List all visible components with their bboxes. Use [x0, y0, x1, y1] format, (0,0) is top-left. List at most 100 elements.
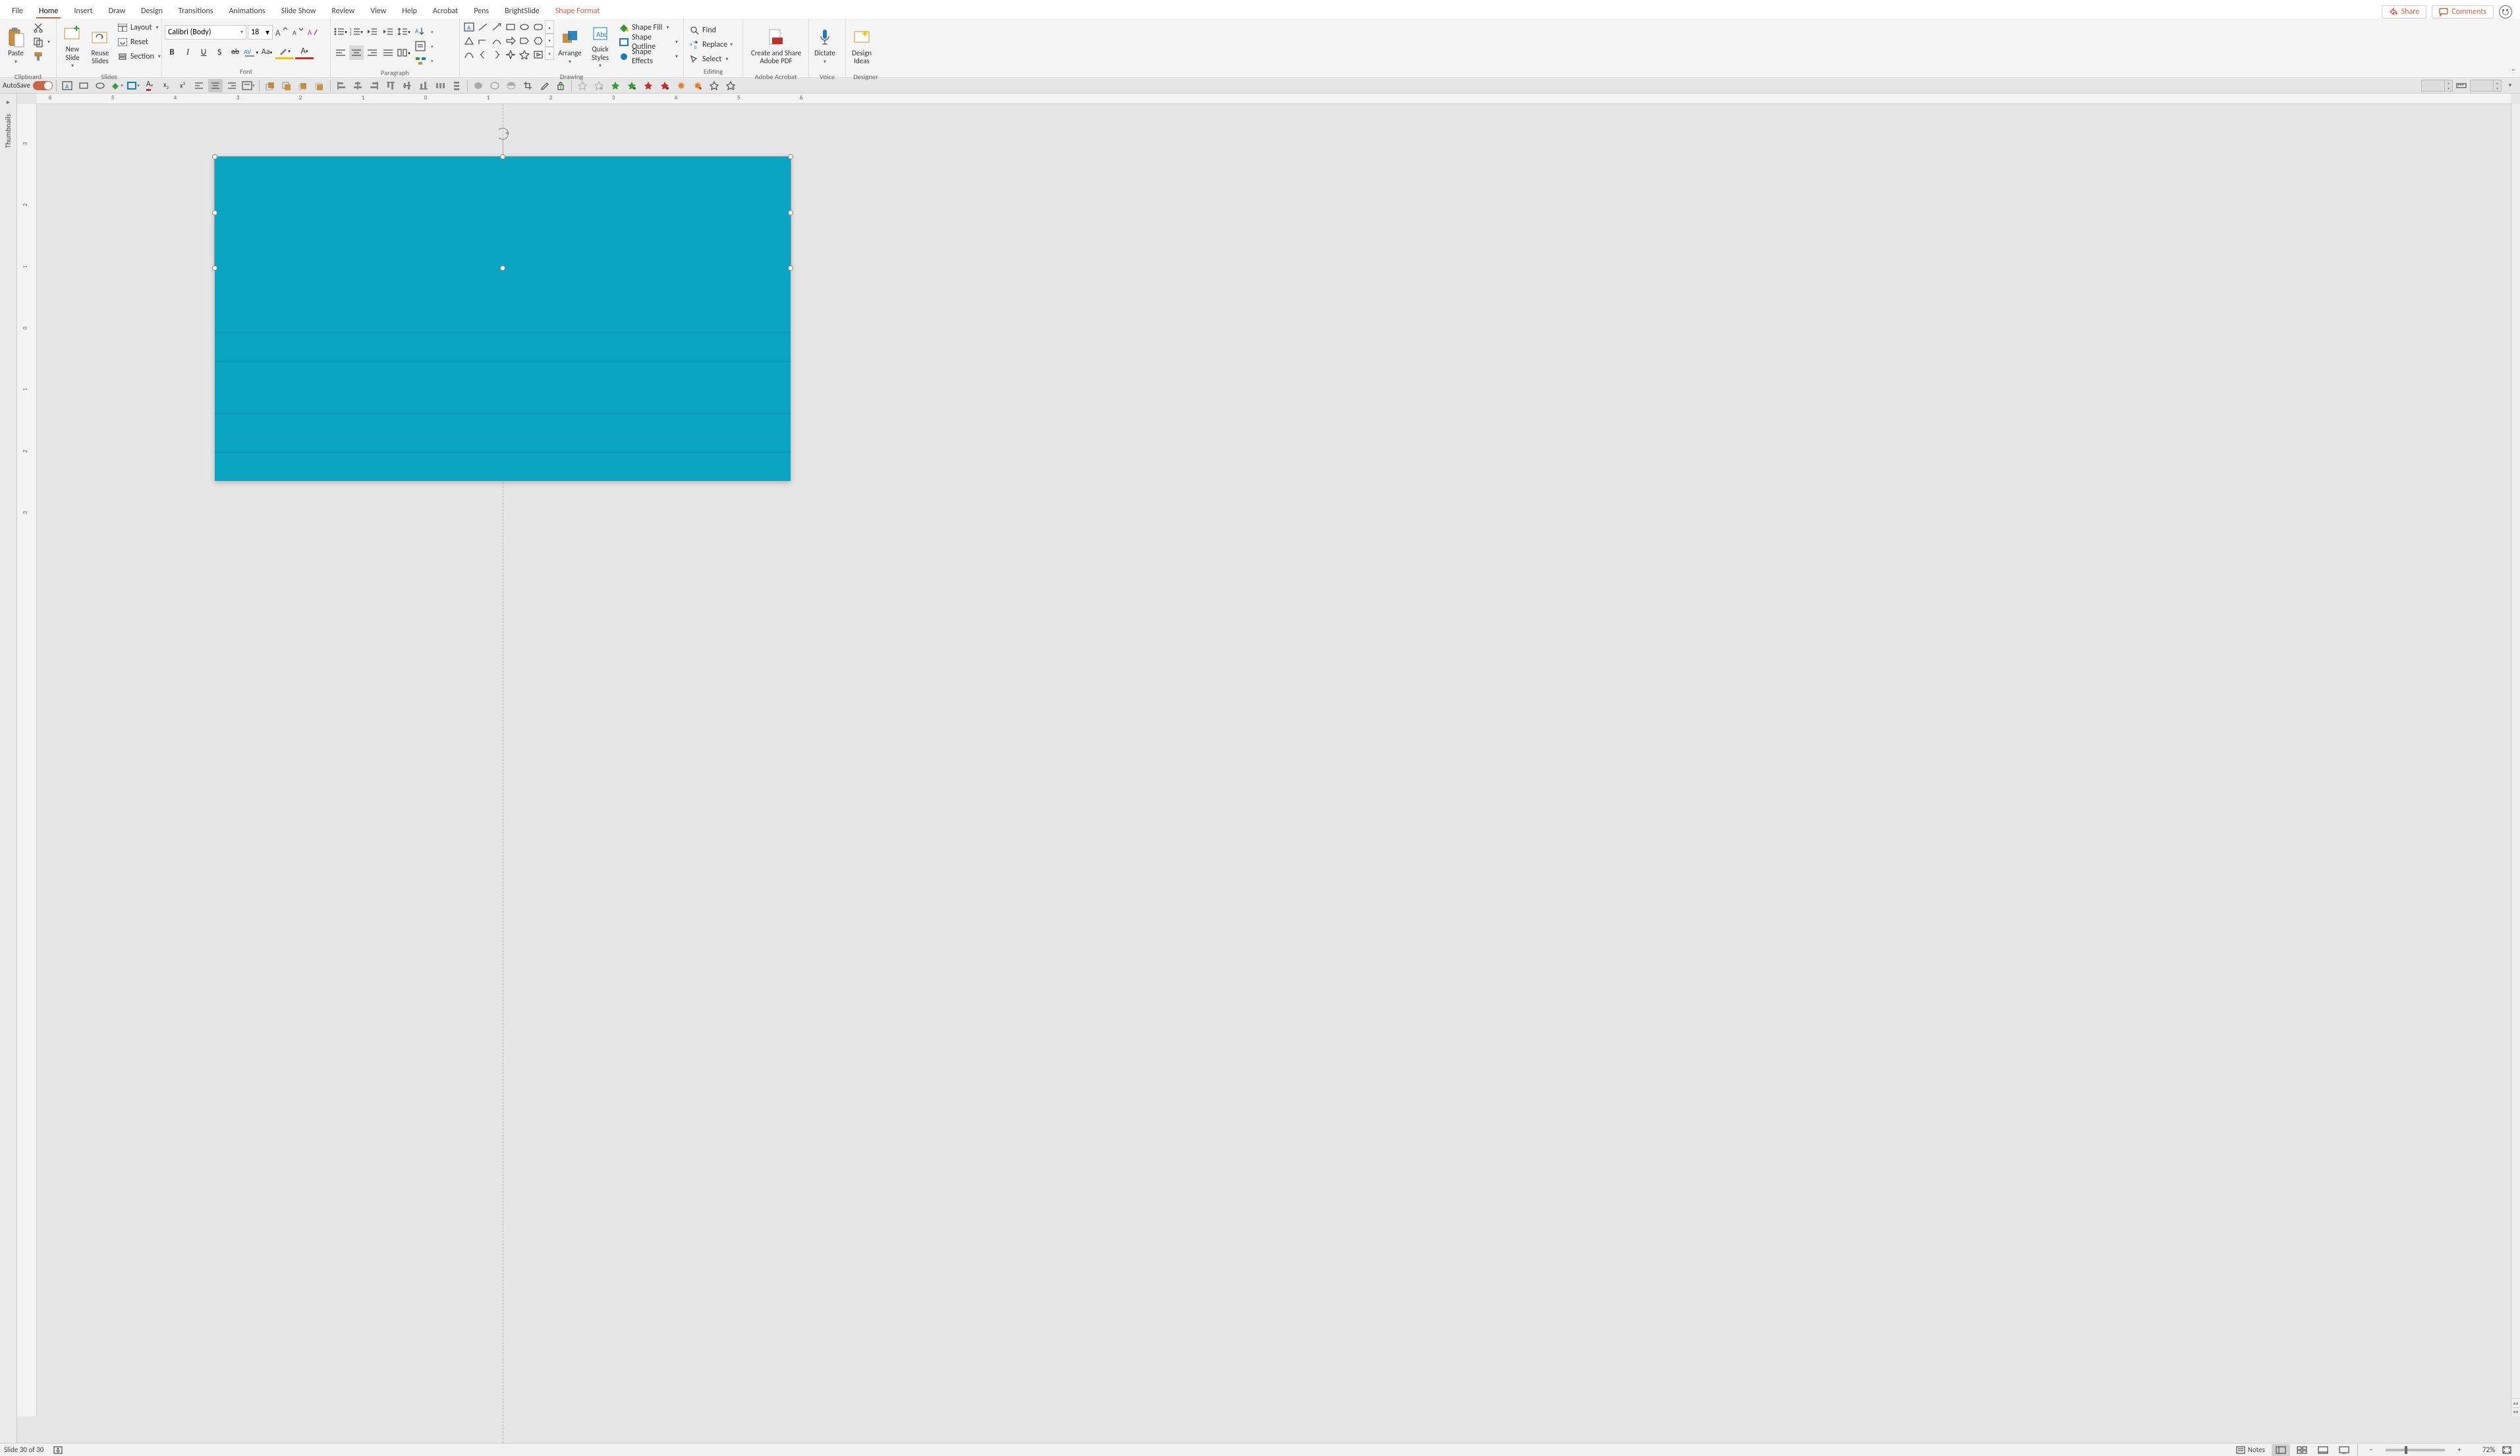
align-text-button[interactable]: ▾ — [415, 39, 434, 53]
format-painter-button[interactable] — [30, 49, 53, 64]
tab-review[interactable]: Review — [323, 3, 362, 18]
qat-align-objects-right-button[interactable] — [367, 79, 381, 92]
font-size-combo[interactable]: 18▾ — [248, 25, 273, 40]
qat-superscript-button[interactable]: x2 — [175, 79, 190, 92]
slide-sorter-button[interactable] — [2293, 1444, 2311, 1456]
tab-help[interactable]: Help — [394, 3, 425, 18]
clear-formatting-button[interactable]: A — [306, 25, 320, 40]
comments-button[interactable]: Comments — [2432, 5, 2494, 18]
character-spacing-button[interactable]: AV▾ — [244, 45, 258, 59]
create-pdf-button[interactable]: Create and Share Adobe PDF — [746, 20, 806, 72]
horizontal-ruler[interactable]: 6543210123456 — [37, 94, 2511, 104]
resize-handle-ne[interactable] — [788, 154, 793, 159]
resize-handle-s[interactable] — [500, 266, 505, 271]
qat-align-left-button[interactable] — [192, 79, 206, 92]
align-right-button[interactable] — [365, 45, 379, 60]
tab-home[interactable]: Home — [31, 3, 66, 18]
shape-hexagon[interactable] — [532, 34, 545, 47]
smartart-button[interactable]: ▾ — [415, 53, 434, 68]
highlight-button[interactable]: ▾ — [275, 45, 294, 59]
tab-insert[interactable]: Insert — [66, 3, 100, 18]
qat-distribute-v-button[interactable] — [449, 79, 464, 92]
vertical-scrollbar[interactable]: ▴▴ ▾▾ — [2511, 104, 2520, 1416]
zoom-level[interactable]: 72% — [2471, 1445, 2495, 1454]
select-button[interactable]: Select▾ — [686, 52, 735, 67]
shape-curve[interactable] — [490, 34, 503, 47]
rotate-handle[interactable] — [497, 128, 509, 140]
qat-distribute-h-button[interactable] — [433, 79, 447, 92]
shape-textbox[interactable]: A — [462, 20, 476, 34]
qat-send-backward-button[interactable] — [312, 79, 327, 92]
section-button[interactable]: Section▾ — [115, 49, 163, 64]
qat-align-center-button[interactable] — [208, 79, 223, 92]
italic-button[interactable]: I — [181, 45, 195, 59]
replace-button[interactable]: abReplace▾ — [686, 38, 735, 52]
numbering-button[interactable]: 123▾ — [349, 24, 364, 39]
shape-pentagon[interactable] — [518, 34, 531, 47]
layout-button[interactable]: Layout▾ — [115, 20, 163, 35]
line-spacing-button[interactable]: ▾ — [397, 24, 411, 39]
shapes-scroll-down[interactable]: ▾ — [545, 34, 554, 47]
qat-burst2-button[interactable] — [690, 79, 705, 92]
shape-star5[interactable] — [518, 48, 531, 61]
new-slide-button[interactable]: New Slide ▾ — [59, 20, 86, 72]
shape-elbow[interactable] — [476, 34, 490, 47]
resize-handle-w[interactable] — [212, 210, 217, 215]
shape-line[interactable] — [476, 20, 490, 34]
text-direction-button[interactable]: A▾ — [415, 24, 434, 39]
resize-handle-sw[interactable] — [212, 266, 217, 271]
tab-view[interactable]: View — [362, 3, 394, 18]
qat-align-objects-top-button[interactable] — [383, 79, 398, 92]
shapes-scroll-up[interactable]: ▴ — [545, 20, 554, 34]
slide[interactable] — [215, 157, 791, 481]
bullets-button[interactable]: ▾ — [333, 24, 348, 39]
zoom-slider[interactable] — [2386, 1449, 2445, 1451]
qat-align-objects-middle-button[interactable] — [400, 79, 414, 92]
shape-triangle[interactable] — [462, 34, 476, 47]
shadow-button[interactable]: S — [212, 45, 227, 59]
quick-styles-button[interactable]: Abc Quick Styles ▾ — [586, 20, 615, 72]
qat-ruler-button[interactable] — [2454, 79, 2469, 92]
qat-align-objects-bottom-button[interactable] — [416, 79, 431, 92]
shape-freeform[interactable] — [462, 48, 476, 61]
find-button[interactable]: Find — [686, 23, 735, 38]
cut-button[interactable] — [30, 20, 53, 35]
tab-shape-format[interactable]: Shape Format — [547, 3, 608, 18]
shape-rounded-rect[interactable] — [532, 20, 545, 34]
columns-button[interactable]: ▾ — [397, 45, 411, 60]
shape-action[interactable] — [532, 48, 545, 61]
tab-draw[interactable]: Draw — [101, 3, 134, 18]
tab-brightslide[interactable]: BrightSlide — [497, 3, 547, 18]
font-color-button[interactable]: A▾ — [295, 45, 314, 59]
resize-handle-se[interactable] — [788, 266, 793, 271]
shapes-more[interactable]: ▾ — [545, 47, 554, 60]
qat-subscript-button[interactable]: x2 — [159, 79, 173, 92]
shape-arrow-right[interactable] — [504, 34, 517, 47]
qat-bring-forward-button[interactable] — [296, 79, 310, 92]
shape-line-arrow[interactable] — [490, 20, 503, 34]
reuse-slides-button[interactable]: Reuse Slides — [87, 20, 113, 72]
shape-brace-left[interactable] — [476, 48, 490, 61]
qat-align-text-button[interactable]: ▾ — [241, 79, 256, 92]
change-case-button[interactable]: Aa▾ — [260, 45, 274, 59]
fit-to-window-button[interactable] — [2498, 1444, 2516, 1456]
tab-acrobat[interactable]: Acrobat — [425, 3, 466, 18]
shape-star4[interactable] — [504, 48, 517, 61]
align-center-button[interactable] — [349, 45, 364, 60]
share-button[interactable]: Share — [2382, 5, 2427, 18]
qat-bring-front-button[interactable] — [263, 79, 277, 92]
feedback-smiley-icon[interactable] — [2499, 5, 2512, 18]
resize-handle-e[interactable] — [788, 210, 793, 215]
qat-number-input-1[interactable]: ▴▾ — [2421, 80, 2453, 92]
vertical-ruler[interactable]: 3210123 — [17, 104, 37, 1416]
increase-indent-button[interactable] — [381, 24, 395, 39]
shapes-gallery[interactable]: A — [462, 20, 545, 61]
tab-pens[interactable]: Pens — [466, 3, 497, 18]
tab-animations[interactable]: Animations — [221, 3, 273, 18]
shape-brace-right[interactable] — [490, 48, 503, 61]
arrange-button[interactable]: Arrange ▾ — [555, 20, 584, 72]
scroll-prev-slide[interactable]: ▴▴ — [2511, 1398, 2520, 1407]
qat-star-outline1-button[interactable] — [707, 79, 721, 92]
paste-button[interactable]: Paste ▾ — [3, 20, 29, 72]
dictate-button[interactable]: Dictate ▾ — [812, 20, 838, 72]
